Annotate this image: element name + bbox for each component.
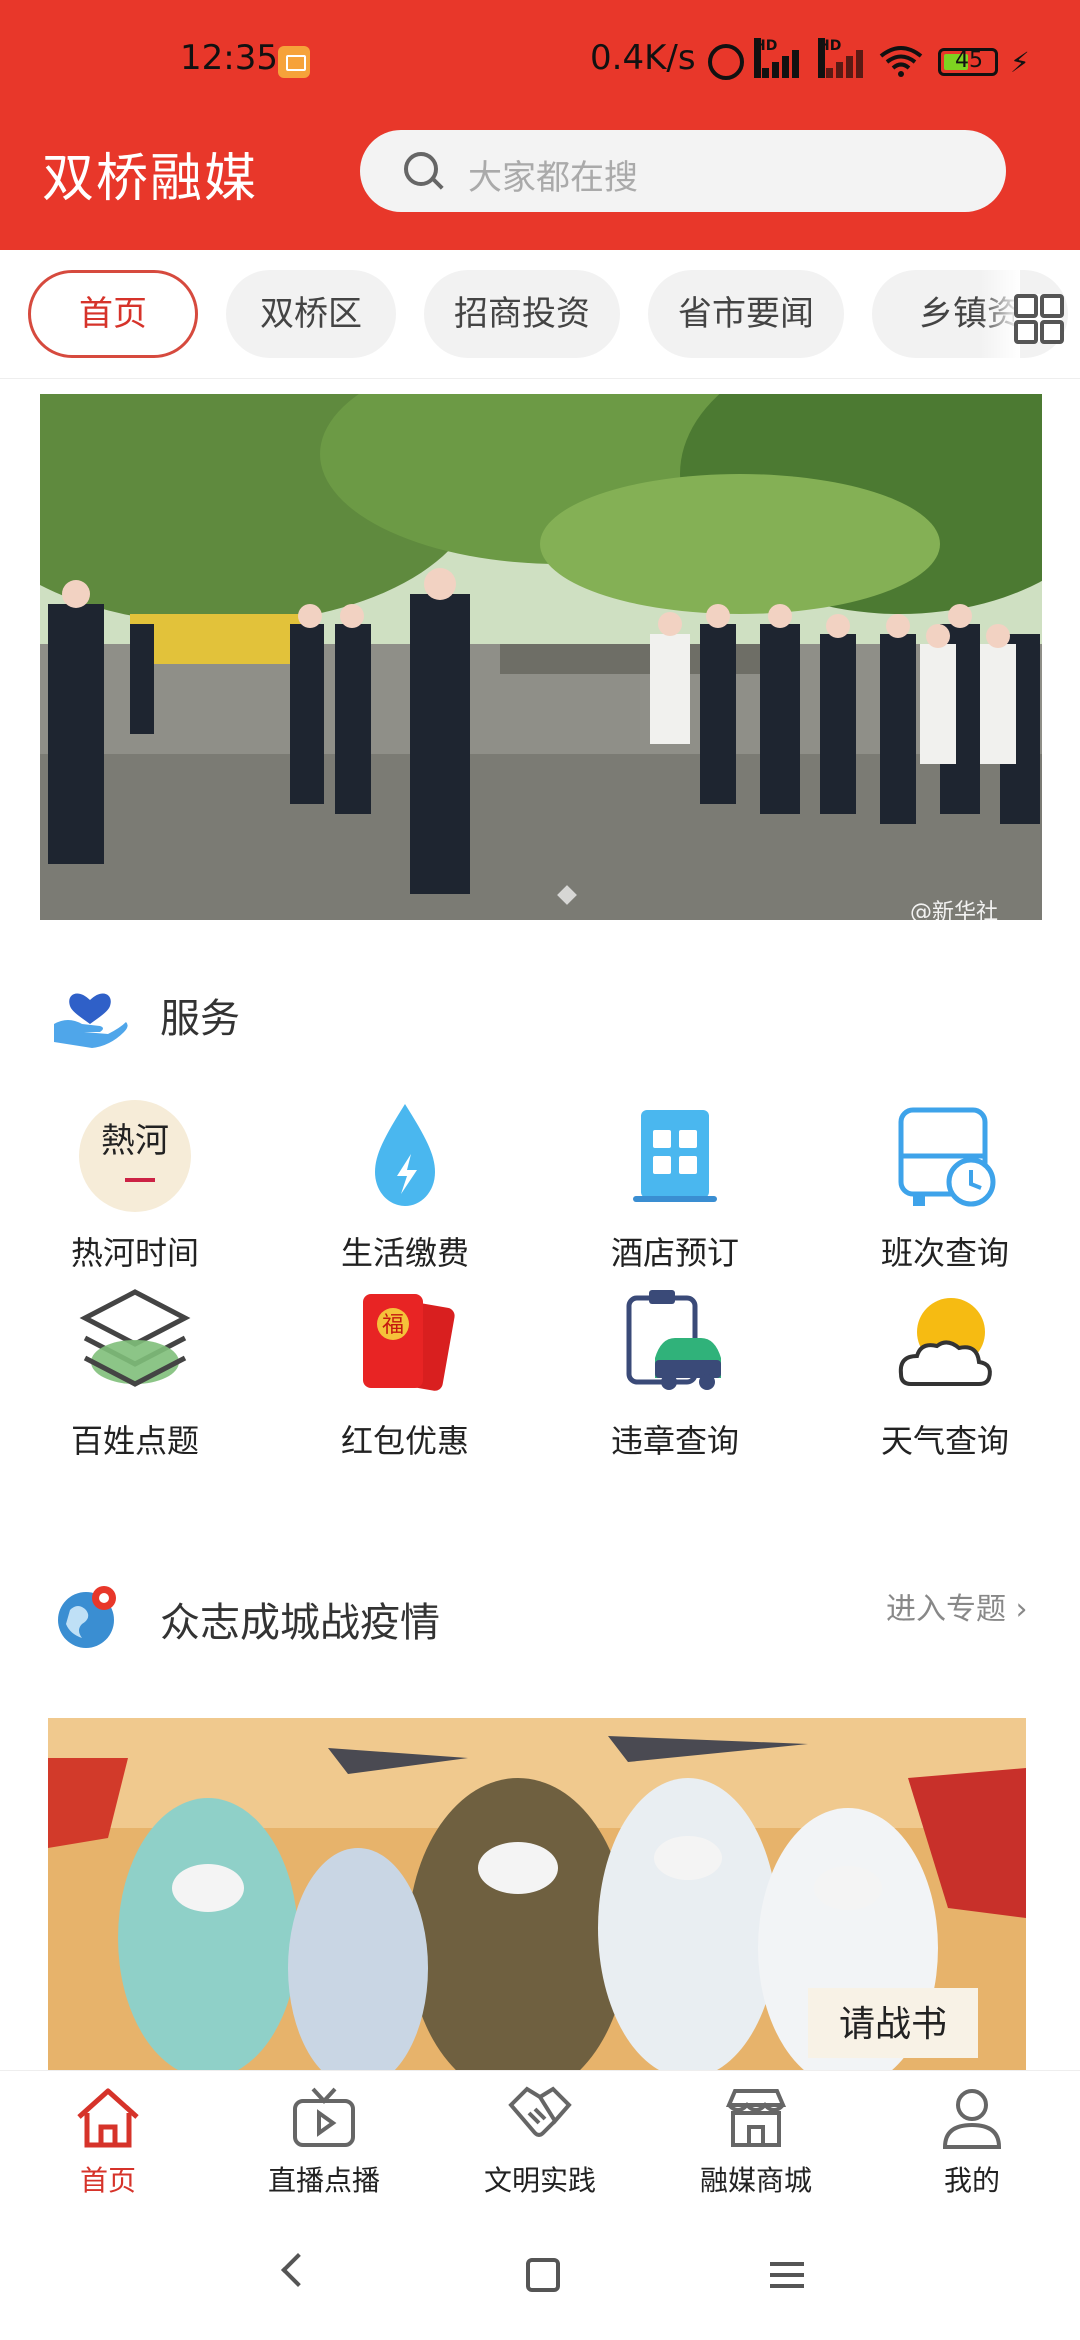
hero-banner[interactable] <box>40 394 1042 920</box>
nav-label: 我的 <box>943 2164 1000 2197</box>
search-placeholder: 大家都在搜 <box>468 158 638 198</box>
epidemic-banner[interactable]: 请战书 <box>48 1718 1026 2070</box>
red-packet-icon: 福 <box>345 1284 465 1404</box>
status-time: 12:35 <box>180 38 278 78</box>
tv-play-icon <box>289 2083 359 2153</box>
nav-label: 融媒商城 <box>699 2164 812 2197</box>
service-label: 百姓点题 <box>70 1422 199 1460</box>
service-label: 班次查询 <box>880 1234 1009 1272</box>
shop-icon <box>721 2083 791 2153</box>
service-hotel-booking[interactable]: 酒店预订 <box>540 1096 810 1274</box>
user-icon <box>937 2083 1007 2153</box>
tab-provincial-news[interactable]: 省市要闻 <box>648 270 844 358</box>
nav-mall[interactable]: 融媒商城 <box>648 2083 864 2199</box>
app-title: 双桥融媒 <box>42 149 259 209</box>
alarm-icon <box>708 44 744 80</box>
services-title: 服务 <box>160 996 240 1042</box>
notification-icon <box>278 46 310 78</box>
signal-icon: HD <box>818 38 868 78</box>
back-icon[interactable] <box>281 2253 315 2287</box>
car-clipboard-icon <box>615 1284 735 1404</box>
service-label: 酒店预订 <box>610 1234 739 1272</box>
system-navigation-bar <box>0 2212 1080 2340</box>
hotel-building-icon <box>615 1096 735 1216</box>
tab-label: 招商投资 <box>454 294 590 334</box>
battery-level: 45 <box>955 48 983 73</box>
rehe-badge-text: 熱河 <box>101 1121 169 1161</box>
service-label: 违章查询 <box>610 1422 739 1460</box>
hero-photo <box>40 394 1042 920</box>
chevron-right-icon: › <box>1015 1592 1028 1627</box>
bus-clock-icon <box>885 1096 1005 1216</box>
tab-shuangqiao[interactable]: 双桥区 <box>226 270 396 358</box>
menu-icon[interactable] <box>770 2262 804 2288</box>
search-icon <box>404 152 438 186</box>
enter-topic-label: 进入专题 <box>886 1592 1006 1627</box>
battery-icon: 45 <box>938 48 998 76</box>
tab-investment[interactable]: 招商投资 <box>424 270 620 358</box>
category-tabs: 首页 双桥区 招商投资 省市要闻 乡镇资 <box>0 250 1080 379</box>
charging-icon: ⚡ <box>1010 46 1030 79</box>
service-weather[interactable]: 天气查询 <box>810 1284 1080 1462</box>
tab-label: 省市要闻 <box>678 294 814 334</box>
enter-topic-link[interactable]: 进入专题 › <box>886 1584 1028 1628</box>
hd-label: HD <box>818 38 841 78</box>
weather-icon <box>885 1284 1005 1404</box>
nav-label: 直播点播 <box>267 2164 380 2197</box>
service-label: 天气查询 <box>880 1422 1009 1460</box>
service-label: 生活缴费 <box>340 1234 469 1272</box>
nav-home[interactable]: 首页 <box>0 2083 216 2199</box>
grid-menu-icon[interactable] <box>1014 294 1064 344</box>
service-utility-payment[interactable]: 生活缴费 <box>270 1096 540 1274</box>
search-bar[interactable]: 大家都在搜 <box>360 130 1006 212</box>
service-label: 红包优惠 <box>340 1422 469 1460</box>
tab-label: 双桥区 <box>260 294 362 334</box>
nav-label: 首页 <box>79 2164 136 2197</box>
service-traffic-violation[interactable]: 违章查询 <box>540 1284 810 1462</box>
home-icon <box>73 2083 143 2153</box>
hero-watermark: @新华社 <box>910 900 999 925</box>
service-rehe-time[interactable]: 熱河 热河时间 <box>0 1096 270 1274</box>
petition-text: 请战书 <box>839 2004 947 2045</box>
service-label: 热河时间 <box>70 1234 199 1272</box>
app-header: 12:35 0.4K/s HD HD 45 ⚡ 双桥融媒 大家都在搜 <box>0 0 1080 250</box>
nav-civilization-practice[interactable]: 文明实践 <box>432 2083 648 2199</box>
signal-icon: HD <box>754 38 804 78</box>
home-square-icon[interactable] <box>526 2258 560 2292</box>
nav-profile[interactable]: 我的 <box>864 2083 1080 2199</box>
rehe-time-icon: 熱河 <box>75 1096 195 1216</box>
service-red-packet[interactable]: 福 红包优惠 <box>270 1284 540 1462</box>
nav-live-vod[interactable]: 直播点播 <box>216 2083 432 2199</box>
status-bar: 12:35 0.4K/s HD HD 45 ⚡ <box>0 0 1080 120</box>
epidemic-title: 众志成城战疫情 <box>160 1600 440 1646</box>
service-public-topics[interactable]: 百姓点题 <box>0 1284 270 1462</box>
tab-label: 首页 <box>79 294 147 334</box>
handshake-icon <box>505 2083 575 2153</box>
heart-hand-icon <box>54 993 128 1048</box>
nav-label: 文明实践 <box>483 2164 596 2197</box>
water-drop-icon <box>345 1096 465 1216</box>
wifi-icon <box>879 46 923 77</box>
globe-virus-icon <box>58 1586 116 1648</box>
epidemic-painting: 请战书 <box>48 1718 1026 2070</box>
service-bus-schedule[interactable]: 班次查询 <box>810 1096 1080 1274</box>
red-packet-badge-text: 福 <box>382 1313 404 1338</box>
network-speed: 0.4K/s <box>590 38 696 78</box>
bottom-navigation: 首页 直播点播 文明实践 融媒商城 我的 <box>0 2070 1080 2211</box>
hd-label: HD <box>754 38 777 78</box>
layers-icon <box>75 1284 195 1404</box>
tab-home[interactable]: 首页 <box>28 270 198 358</box>
